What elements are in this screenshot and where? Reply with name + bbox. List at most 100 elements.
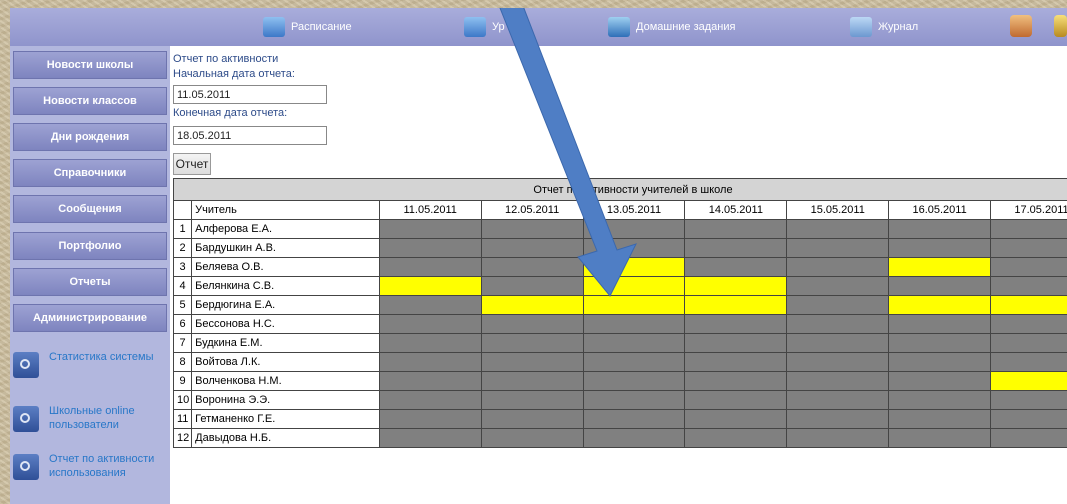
topnav-homework[interactable]: Домашние задания — [608, 14, 735, 40]
activity-cell-inactive — [888, 428, 992, 448]
row-number: 7 — [172, 333, 193, 353]
teacher-name: Воронина Э.Э. — [191, 390, 380, 410]
activity-cell-inactive — [480, 409, 584, 429]
activity-cell-active — [684, 295, 788, 315]
activity-cell-inactive — [990, 390, 1067, 410]
sidebar-link-activity-report[interactable]: Отчет по активности использования — [13, 452, 167, 480]
activity-cell-inactive — [582, 428, 686, 448]
row-number: 8 — [172, 352, 193, 372]
activity-cell-inactive — [378, 371, 482, 391]
sidebar-item-reports[interactable]: Отчеты — [13, 268, 167, 296]
activity-report-gear-icon — [13, 454, 39, 480]
row-number: 4 — [172, 276, 193, 296]
teacher-name: Будкина Е.М. — [191, 333, 380, 353]
sidebar: Новости школы Новости классов Дни рожден… — [10, 46, 170, 504]
activity-cell-inactive — [684, 371, 788, 391]
activity-cell-inactive — [786, 333, 890, 353]
online-users-gear-icon — [13, 406, 39, 432]
teacher-name: Волченкова Н.М. — [191, 371, 380, 391]
activity-cell-inactive — [480, 219, 584, 239]
sidebar-link-online-users[interactable]: Школьные online пользователи — [13, 404, 167, 432]
table-row: 5 Бердюгина Е.А. — [172, 295, 1067, 315]
table-row: 2 Бардушкин А.В. — [172, 238, 1067, 258]
row-number: 9 — [172, 371, 193, 391]
activity-cell-inactive — [582, 238, 686, 258]
activity-cell-inactive — [990, 219, 1067, 239]
sidebar-link-system-stats[interactable]: Статистика системы — [13, 350, 167, 378]
schedule-icon — [263, 17, 285, 37]
settings-icon[interactable] — [1054, 15, 1067, 37]
activity-cell-inactive — [990, 352, 1067, 372]
activity-cell-inactive — [378, 219, 482, 239]
sidebar-item-portfolio[interactable]: Портфолио — [13, 232, 167, 260]
end-date-input[interactable] — [173, 126, 327, 145]
activity-cell-inactive — [786, 257, 890, 277]
date-header: 14.05.2011 — [684, 200, 788, 220]
report-button[interactable]: Отчет — [173, 153, 211, 175]
table-header-row: Учитель 11.05.2011 12.05.2011 13.05.2011 14… — [172, 200, 1067, 220]
teacher-name: Беляева О.В. — [191, 257, 380, 277]
table-row: 12 Давыдова Н.Б. — [172, 428, 1067, 448]
activity-cell-active — [888, 295, 992, 315]
activity-cell-inactive — [888, 352, 992, 372]
activity-report-table: Отчет по активности учителей в школе Учи… — [172, 178, 1067, 448]
activity-cell-inactive — [786, 352, 890, 372]
activity-cell-inactive — [582, 314, 686, 334]
activity-cell-inactive — [990, 314, 1067, 334]
sidebar-item-messages[interactable]: Сообщения — [13, 195, 167, 223]
table-row: 3 Беляева О.В. — [172, 257, 1067, 277]
teacher-name: Давыдова Н.Б. — [191, 428, 380, 448]
date-header: 15.05.2011 — [786, 200, 890, 220]
top-navigation-bar: Расписание Ур Домашние задания Журнал — [10, 8, 1067, 46]
activity-cell-inactive — [990, 333, 1067, 353]
activity-cell-inactive — [582, 390, 686, 410]
activity-cell-active — [684, 276, 788, 296]
activity-cell-inactive — [786, 295, 890, 315]
activity-cell-inactive — [684, 314, 788, 334]
table-row: 7 Будкина Е.М. — [172, 333, 1067, 353]
activity-cell-active — [990, 371, 1067, 391]
end-date-label: Конечная дата отчета: — [173, 107, 288, 119]
activity-cell-inactive — [786, 219, 890, 239]
row-number: 10 — [172, 390, 193, 410]
people-icon[interactable] — [1010, 15, 1032, 37]
start-date-input[interactable] — [173, 85, 327, 104]
activity-cell-inactive — [378, 238, 482, 258]
teacher-name: Бардушкин А.В. — [191, 238, 380, 258]
topnav-lessons-label: Ур — [492, 21, 505, 33]
activity-cell-inactive — [582, 352, 686, 372]
activity-cell-inactive — [888, 371, 992, 391]
topnav-schedule-label: Расписание — [291, 21, 352, 33]
sidebar-item-directories[interactable]: Справочники — [13, 159, 167, 187]
row-number: 3 — [172, 257, 193, 277]
activity-cell-inactive — [888, 390, 992, 410]
row-number: 12 — [172, 428, 193, 448]
topnav-journal[interactable]: Журнал — [850, 14, 918, 40]
table-row: 9 Волченкова Н.М. — [172, 371, 1067, 391]
date-header: 11.05.2011 — [378, 200, 482, 220]
table-row: 8 Войтова Л.К. — [172, 352, 1067, 372]
activity-cell-inactive — [582, 333, 686, 353]
sidebar-link-online-users-label: Школьные online пользователи — [49, 405, 135, 431]
activity-cell-inactive — [378, 257, 482, 277]
activity-cell-inactive — [888, 333, 992, 353]
activity-cell-inactive — [888, 276, 992, 296]
activity-cell-inactive — [378, 390, 482, 410]
sidebar-item-birthdays[interactable]: Дни рождения — [13, 123, 167, 151]
sidebar-item-class-news[interactable]: Новости классов — [13, 87, 167, 115]
topnav-schedule[interactable]: Расписание — [263, 14, 352, 40]
activity-cell-active — [378, 276, 482, 296]
teacher-name: Бессонова Н.С. — [191, 314, 380, 334]
activity-cell-inactive — [786, 409, 890, 429]
sidebar-item-administration[interactable]: Администрирование — [13, 304, 167, 332]
table-row: 11 Гетманенко Г.Е. — [172, 409, 1067, 429]
sidebar-item-school-news[interactable]: Новости школы — [13, 51, 167, 79]
activity-cell-inactive — [480, 333, 584, 353]
topnav-lessons[interactable]: Ур — [464, 14, 505, 40]
table-row: 4 Белянкина С.В. — [172, 276, 1067, 296]
activity-cell-inactive — [990, 257, 1067, 277]
activity-cell-inactive — [786, 390, 890, 410]
activity-cell-inactive — [888, 314, 992, 334]
topnav-journal-label: Журнал — [878, 21, 919, 33]
activity-cell-inactive — [684, 257, 788, 277]
